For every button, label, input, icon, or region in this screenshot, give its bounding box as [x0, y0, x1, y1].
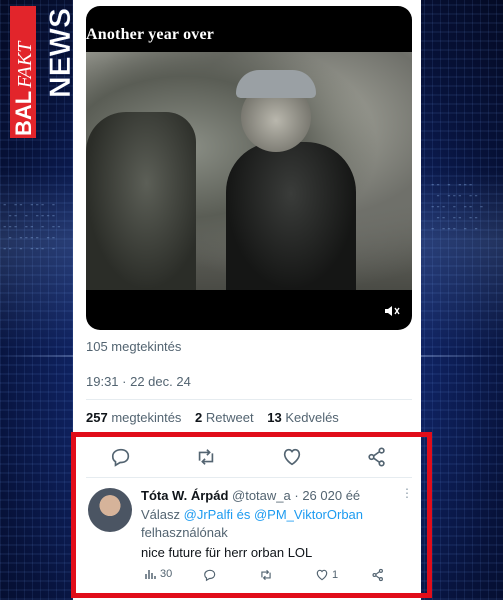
stat-retweets-label: Retweet — [205, 410, 254, 425]
video-person-right — [226, 142, 356, 290]
logo-bal-text: BAL — [11, 91, 36, 136]
background-digits-right: -- - --- - --- -- --- - -- - -- -- -- - … — [430, 180, 485, 234]
tweet-timestamp[interactable]: 19:31 · 22 dec. 24 — [86, 374, 191, 389]
balfakt-news-logo: BAL FAKT NEWS — [10, 6, 76, 138]
video-title: Another year over — [86, 26, 215, 43]
divider — [86, 399, 412, 400]
video-person-left — [86, 112, 196, 290]
mute-icon[interactable] — [384, 304, 400, 318]
stat-likes-label: Kedvelés — [285, 410, 339, 425]
stat-likes-count[interactable]: 13 — [267, 410, 281, 425]
tweet-video[interactable]: Another year over — [86, 6, 412, 330]
background-digits-left: - -- --- - -- - ---- --- -- - -- - ---- … — [2, 200, 62, 254]
tweet-stats: 257 megtekintés 2 Retweet 13 Kedvelés — [86, 410, 349, 425]
video-frame — [86, 52, 412, 290]
stat-views-label: megtekintés — [111, 410, 182, 425]
logo-fakt-text: FAKT — [14, 40, 36, 89]
red-highlight-box — [71, 432, 432, 598]
stat-retweets-count[interactable]: 2 — [195, 410, 202, 425]
logo-news-text: NEWS — [44, 8, 76, 98]
video-hat — [236, 70, 316, 98]
video-view-count: 105 megtekintés — [86, 339, 182, 354]
stat-views-count[interactable]: 257 — [86, 410, 108, 425]
